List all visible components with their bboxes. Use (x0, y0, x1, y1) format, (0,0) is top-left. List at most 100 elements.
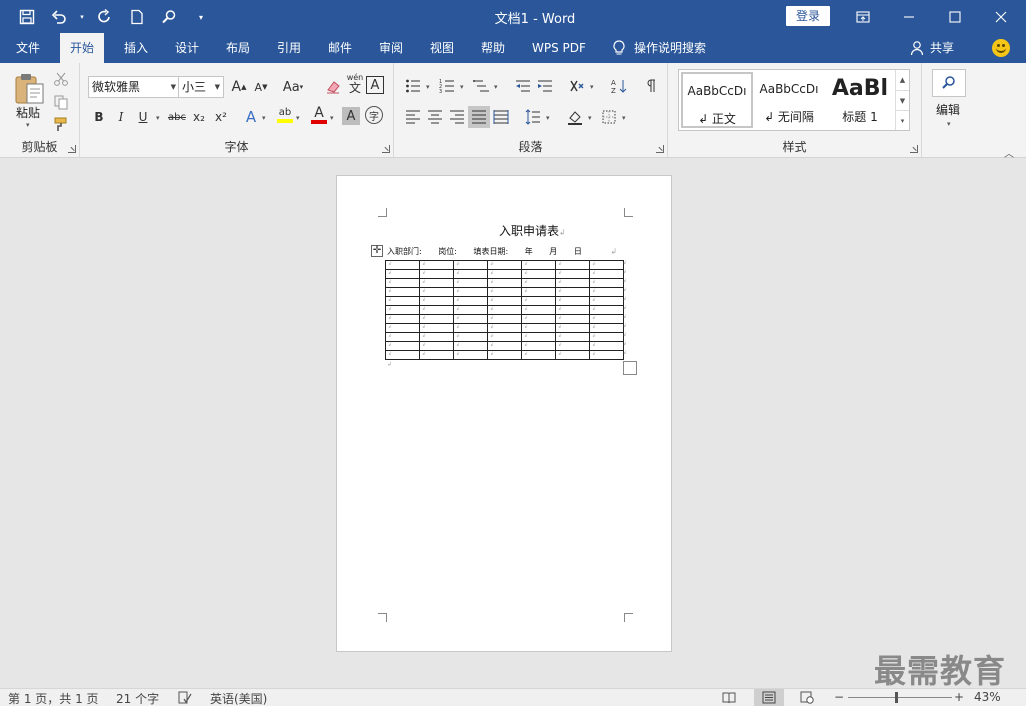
line-spacing-dropdown-icon[interactable]: ▾ (546, 114, 550, 122)
table-cell[interactable]: ↲ (589, 305, 624, 315)
style-heading-1[interactable]: AaBl 标题 1 (825, 72, 895, 128)
table-cell[interactable]: ↲ (419, 350, 454, 360)
table-cell[interactable]: ↲ (453, 350, 488, 360)
styles-more-icon[interactable]: ▾ (896, 110, 909, 130)
table-cell[interactable]: ↲ (487, 314, 522, 324)
table-cell[interactable]: ↲ (487, 323, 522, 333)
tab-references[interactable]: 引用 (267, 33, 311, 63)
table-cell[interactable]: ↲ (487, 278, 522, 288)
line-spacing-icon[interactable] (522, 106, 544, 128)
superscript-button[interactable]: x² (210, 106, 232, 128)
styles-down-icon[interactable]: ▼ (896, 90, 909, 110)
grow-font-button[interactable]: A ▲ (228, 76, 250, 98)
table-cell[interactable]: ↲ (555, 278, 590, 288)
table-cell[interactable]: ↲ (555, 305, 590, 315)
cut-icon[interactable] (50, 68, 72, 90)
table-cell[interactable]: ↲ (385, 287, 420, 297)
login-button[interactable]: 登录 (786, 6, 830, 26)
feedback-smiley-icon[interactable] (992, 39, 1010, 57)
table-cell[interactable]: ↲ (419, 278, 454, 288)
undo-dropdown-icon[interactable]: ▾ (78, 6, 86, 28)
table-cell[interactable]: ↲ (555, 314, 590, 324)
highlight-button[interactable]: ab (274, 104, 296, 126)
styles-launcher-icon[interactable] (910, 145, 918, 153)
table-cell[interactable]: ↲ (419, 305, 454, 315)
tab-home[interactable]: 开始 (60, 33, 105, 63)
table-cell[interactable]: ↲ (419, 260, 454, 270)
table-cell[interactable]: ↲ (521, 260, 556, 270)
table-cell[interactable]: ↲ (555, 260, 590, 270)
multilevel-list-dropdown-icon[interactable]: ▾ (494, 83, 498, 91)
table-cell[interactable]: ↲ (555, 323, 590, 333)
change-case-button[interactable]: Aa ▾ (278, 76, 308, 98)
table-cell[interactable]: ↲ (487, 305, 522, 315)
tab-view[interactable]: 视图 (420, 33, 464, 63)
clear-formatting-icon[interactable] (322, 76, 344, 98)
table-cell[interactable]: ↲ (487, 287, 522, 297)
increase-indent-icon[interactable] (534, 75, 556, 97)
table-cell[interactable]: ↲ (521, 350, 556, 360)
table-cell[interactable]: ↲ (385, 269, 420, 279)
table-cell[interactable]: ↲ (419, 323, 454, 333)
font-name-select[interactable]: 微软雅黑 ▼ (88, 76, 180, 98)
table-cell[interactable]: ↲ (385, 350, 420, 360)
table-cell[interactable]: ↲ (589, 323, 624, 333)
table-cell[interactable]: ↲ (419, 287, 454, 297)
find-icon[interactable] (156, 6, 182, 28)
table-cell[interactable]: ↲ (487, 350, 522, 360)
table-cell[interactable]: ↲ (521, 269, 556, 279)
document-page[interactable]: 入职申请表↲ ✛ 入职部门: 岗位: 填表日期: 年 月 日 ↲ ↲ ↲ ↲ ↲ ↲ ↲ ↲… (336, 175, 672, 652)
document-heading[interactable]: 入职申请表↲ (499, 222, 566, 239)
table-cell[interactable]: ↲ (385, 305, 420, 315)
table-cell[interactable]: ↲ (589, 269, 624, 279)
chinese-layout-dropdown-icon[interactable]: ▾ (590, 83, 594, 91)
font-color-dropdown-icon[interactable]: ▾ (330, 114, 334, 122)
text-effects-button[interactable]: A (240, 106, 262, 128)
new-document-icon[interactable] (124, 6, 150, 28)
style-normal[interactable]: AaBbCcDı ↲ 正文 (681, 72, 753, 128)
tab-layout[interactable]: 布局 (216, 33, 260, 63)
application-form-table[interactable]: ↲ ↲ ↲ ↲ ↲ ↲ ↲ ↲ ↲ ↲ ↲ ↲ ↲ ↲ ↲ ↲ ↲ ↲ ↲ ↲ ↲ ↲ ↲ ↲ ↲ ↲ ↲ ↲ ↲ ↲ ↲ ↲ ↲ ↲ ↲ ↲ ↲ ↲ ↲ ↲… (385, 260, 624, 360)
table-cell[interactable]: ↲ (521, 341, 556, 351)
styles-scrollbar[interactable]: ▲ ▼ ▾ (895, 70, 909, 130)
zoom-out-button[interactable]: − (834, 690, 844, 704)
format-painter-icon[interactable] (50, 113, 72, 135)
table-cell[interactable]: ↲ (385, 260, 420, 270)
numbering-icon[interactable]: 123 (436, 75, 458, 97)
table-cell[interactable]: ↲ (385, 314, 420, 324)
font-launcher-icon[interactable] (382, 145, 390, 153)
shading-icon[interactable] (564, 106, 586, 128)
tab-mailings[interactable]: 邮件 (318, 33, 362, 63)
enclose-characters-button[interactable]: 字 (365, 106, 383, 124)
table-cell[interactable]: ↲ (385, 296, 420, 306)
tell-me-search[interactable]: 操作说明搜索 (612, 33, 706, 63)
table-cell[interactable]: ↲ (589, 341, 624, 351)
editing-button[interactable] (932, 69, 966, 97)
table-cell[interactable]: ↲ (419, 341, 454, 351)
table-cell[interactable]: ↲ (521, 296, 556, 306)
copy-icon[interactable] (50, 91, 72, 113)
save-icon[interactable] (14, 6, 40, 28)
table-cell[interactable]: ↲ (589, 287, 624, 297)
page-count[interactable]: 第 1 页，共 1 页 (8, 690, 99, 706)
print-layout-button[interactable] (754, 689, 784, 706)
undo-icon[interactable] (46, 6, 72, 28)
table-cell[interactable]: ↲ (453, 341, 488, 351)
maximize-icon[interactable] (932, 0, 978, 33)
highlight-dropdown-icon[interactable]: ▾ (296, 114, 300, 122)
table-cell[interactable]: ↲ (453, 305, 488, 315)
bullets-dropdown-icon[interactable]: ▾ (426, 83, 430, 91)
table-cell[interactable]: ↲ (521, 278, 556, 288)
underline-dropdown-icon[interactable]: ▾ (156, 114, 160, 122)
table-cell[interactable]: ↲ (453, 278, 488, 288)
underline-button[interactable]: U (132, 106, 154, 128)
italic-button[interactable]: I (110, 106, 132, 128)
decrease-indent-icon[interactable] (512, 75, 534, 97)
font-color-button[interactable]: A (308, 104, 330, 126)
language[interactable]: 英语(美国) (210, 690, 267, 706)
table-cell[interactable]: ↲ (487, 341, 522, 351)
tab-design[interactable]: 设计 (165, 33, 209, 63)
text-effects-dropdown-icon[interactable]: ▾ (262, 114, 266, 122)
read-mode-icon[interactable] (722, 691, 736, 704)
table-cell[interactable]: ↲ (555, 269, 590, 279)
